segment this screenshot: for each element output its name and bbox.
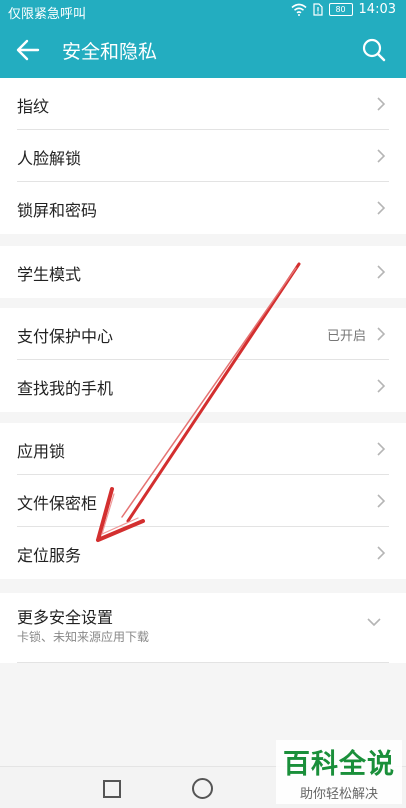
status-bar: 仅限紧急呼叫 80 14:03 <box>0 0 406 22</box>
status-value: 已开启 <box>326 329 366 344</box>
arrow-left-icon <box>16 39 40 61</box>
settings-item-location-services[interactable]: 定位服务 <box>0 527 406 579</box>
chevron-right-icon <box>377 97 386 111</box>
home-button[interactable] <box>192 778 213 799</box>
settings-item-fingerprint[interactable]: 指纹 <box>0 78 406 130</box>
chevron-right-icon <box>377 546 386 560</box>
item-label: 指纹 <box>17 97 50 116</box>
item-label: 查找我的手机 <box>17 379 114 398</box>
clock: 14:03 <box>358 2 396 17</box>
chevron-right-icon <box>377 379 386 393</box>
settings-item-file-safe[interactable]: 文件保密柜 <box>0 475 406 527</box>
battery-icon: 80 <box>328 3 353 16</box>
battery-level: 80 <box>335 5 346 14</box>
search-icon <box>362 38 386 62</box>
wifi-icon <box>291 3 307 16</box>
item-label: 定位服务 <box>17 546 82 565</box>
settings-group-1: 指纹 人脸解锁 锁屏和密码 <box>0 78 406 234</box>
settings-group-2: 学生模式 <box>0 246 406 298</box>
settings-group-3: 支付保护中心 已开启 查找我的手机 <box>0 308 406 412</box>
item-label: 支付保护中心 <box>17 327 114 346</box>
chevron-down-icon <box>367 618 381 627</box>
item-label: 文件保密柜 <box>17 494 98 513</box>
item-label: 锁屏和密码 <box>17 201 98 220</box>
chevron-right-icon <box>377 265 386 279</box>
app-toolbar: 安全和隐私 <box>0 22 406 78</box>
sim-alert-icon <box>312 3 323 16</box>
item-label: 人脸解锁 <box>17 149 82 168</box>
chevron-right-icon <box>377 149 386 163</box>
item-label: 学生模式 <box>17 265 82 284</box>
carrier-text: 仅限紧急呼叫 <box>8 7 87 22</box>
settings-item-face-unlock[interactable]: 人脸解锁 <box>0 130 406 182</box>
chevron-right-icon <box>377 494 386 508</box>
divider <box>17 662 389 663</box>
watermark-subtitle: 助你轻松解决 <box>299 787 378 802</box>
item-subtitle: 卡锁、未知来源应用下载 <box>17 630 150 644</box>
recents-button[interactable] <box>103 780 121 798</box>
watermark-logo: 百科全说 助你轻松解决 <box>276 740 402 804</box>
chevron-right-icon <box>377 327 386 341</box>
item-label: 应用锁 <box>17 442 66 461</box>
status-icons: 80 14:03 <box>291 2 396 17</box>
settings-item-payment-protection[interactable]: 支付保护中心 已开启 <box>0 308 406 360</box>
settings-item-app-lock[interactable]: 应用锁 <box>0 423 406 475</box>
search-button[interactable] <box>360 36 388 64</box>
chevron-right-icon <box>377 201 386 215</box>
watermark-title: 百科全说 <box>283 749 395 780</box>
item-label: 更多安全设置 <box>17 608 114 627</box>
settings-group-more: 更多安全设置 卡锁、未知来源应用下载 <box>0 593 406 663</box>
settings-item-find-my-phone[interactable]: 查找我的手机 <box>0 360 406 412</box>
chevron-right-icon <box>377 442 386 456</box>
page-title: 安全和隐私 <box>62 41 158 63</box>
settings-item-lock-screen[interactable]: 锁屏和密码 <box>0 182 406 234</box>
settings-group-4: 应用锁 文件保密柜 定位服务 <box>0 423 406 579</box>
back-button[interactable] <box>12 34 44 66</box>
settings-item-student-mode[interactable]: 学生模式 <box>0 246 406 298</box>
settings-item-more-security[interactable]: 更多安全设置 卡锁、未知来源应用下载 <box>0 593 406 663</box>
